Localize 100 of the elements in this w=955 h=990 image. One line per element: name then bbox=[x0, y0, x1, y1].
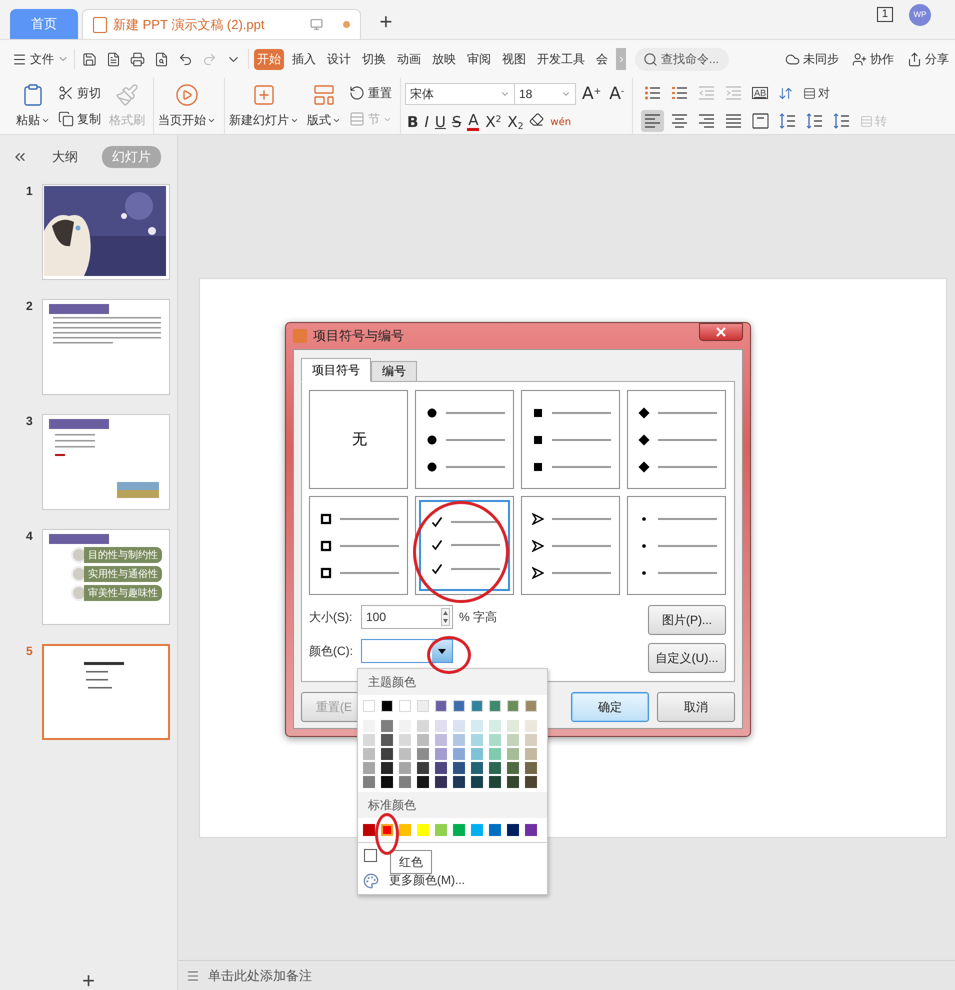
ribbon-button[interactable]: 新建幻灯片 bbox=[229, 80, 299, 132]
font-color-button[interactable]: A bbox=[465, 110, 482, 134]
color-swatch[interactable] bbox=[381, 748, 393, 760]
color-swatch[interactable] bbox=[363, 700, 375, 712]
color-swatch[interactable] bbox=[471, 776, 483, 788]
color-swatch[interactable] bbox=[507, 720, 519, 732]
sidebar-tab[interactable]: 大纲 bbox=[42, 146, 88, 168]
color-swatch[interactable] bbox=[507, 824, 519, 836]
ribbon-tab[interactable]: 设计 bbox=[324, 48, 354, 70]
dialog-button[interactable]: 图片(P)... bbox=[648, 605, 726, 635]
color-swatch[interactable] bbox=[417, 762, 429, 774]
color-swatch[interactable] bbox=[489, 734, 501, 746]
bold-button[interactable]: B bbox=[405, 110, 420, 134]
color-swatch[interactable] bbox=[507, 776, 519, 788]
slide-thumbnail[interactable] bbox=[42, 299, 170, 395]
collaborate-button[interactable]: 协作 bbox=[852, 50, 894, 68]
color-swatch[interactable] bbox=[399, 762, 411, 774]
color-swatch[interactable] bbox=[363, 734, 375, 746]
ribbon-tab[interactable]: 动画 bbox=[394, 48, 424, 70]
ribbon-button[interactable]: 复制 bbox=[58, 110, 101, 128]
color-swatch[interactable] bbox=[381, 734, 393, 746]
color-swatch[interactable] bbox=[417, 700, 429, 712]
color-swatch[interactable] bbox=[435, 748, 447, 760]
shrink-font-button[interactable]: A$^{-}$ bbox=[607, 82, 626, 106]
ribbon-tab[interactable]: 放映 bbox=[429, 48, 459, 70]
new-tab-button[interactable]: + bbox=[365, 9, 406, 39]
align-left-button[interactable] bbox=[641, 110, 664, 132]
color-swatch[interactable] bbox=[471, 748, 483, 760]
color-swatch[interactable] bbox=[435, 700, 447, 712]
scroll-right-button[interactable] bbox=[616, 48, 626, 70]
color-swatch[interactable] bbox=[507, 734, 519, 746]
color-swatch[interactable] bbox=[471, 824, 483, 836]
share-button[interactable]: 分享 bbox=[907, 50, 949, 68]
color-swatch[interactable] bbox=[363, 824, 375, 836]
color-swatch[interactable] bbox=[525, 734, 537, 746]
font-size-select[interactable]: 18 bbox=[514, 83, 576, 105]
color-swatch[interactable] bbox=[453, 720, 465, 732]
color-swatch[interactable] bbox=[399, 734, 411, 746]
font-name-select[interactable]: 宋体 bbox=[405, 83, 515, 105]
search-field[interactable]: 查找命令... bbox=[635, 48, 730, 70]
ok-button[interactable]: 确定 bbox=[571, 692, 649, 722]
color-swatch[interactable] bbox=[525, 748, 537, 760]
superscript-button[interactable]: X$^{2}$ bbox=[483, 110, 504, 134]
color-swatch[interactable] bbox=[435, 762, 447, 774]
color-swatch[interactable] bbox=[363, 776, 375, 788]
add-slide-button[interactable]: + bbox=[82, 972, 95, 990]
ribbon-tab[interactable]: 视图 bbox=[499, 48, 529, 70]
color-swatch[interactable] bbox=[399, 700, 411, 712]
print-icon[interactable] bbox=[128, 52, 147, 66]
color-swatch[interactable] bbox=[525, 700, 537, 712]
color-swatch[interactable] bbox=[471, 720, 483, 732]
color-swatch[interactable] bbox=[453, 748, 465, 760]
color-swatch[interactable] bbox=[435, 776, 447, 788]
color-swatch[interactable] bbox=[417, 824, 429, 836]
slide-thumbnail[interactable]: 目的性与制约性 实用性与通俗性 审美性与趣味性 bbox=[42, 529, 170, 625]
file-menu[interactable]: 文件 bbox=[12, 50, 69, 68]
color-swatch[interactable] bbox=[471, 700, 483, 712]
color-swatch[interactable] bbox=[453, 762, 465, 774]
strike-button[interactable]: S bbox=[450, 110, 464, 134]
color-swatch[interactable] bbox=[489, 762, 501, 774]
close-button[interactable] bbox=[699, 323, 743, 341]
cancel-button[interactable]: 取消 bbox=[657, 692, 735, 722]
subscript-button[interactable]: X$_{2}$ bbox=[505, 110, 526, 134]
dialog-tab[interactable]: 项目符号 bbox=[301, 358, 371, 382]
ribbon-button[interactable]: 粘贴 bbox=[16, 80, 50, 132]
color-swatch[interactable] bbox=[453, 700, 465, 712]
slide-thumbnail[interactable] bbox=[42, 414, 170, 510]
bullet-style-option[interactable] bbox=[309, 496, 408, 595]
ribbon-button[interactable]: 重置 bbox=[349, 84, 392, 102]
slide-thumbnail[interactable] bbox=[42, 644, 170, 740]
color-swatch[interactable] bbox=[399, 824, 411, 836]
phonetic-guide-button[interactable]: wén bbox=[548, 110, 574, 134]
notes-field[interactable]: 单击此处添加备注 bbox=[178, 960, 955, 990]
bullet-style-option[interactable] bbox=[415, 390, 514, 489]
color-swatch[interactable] bbox=[381, 824, 393, 836]
ribbon-tab[interactable]: 审阅 bbox=[464, 48, 494, 70]
color-swatch[interactable] bbox=[417, 748, 429, 760]
color-swatch[interactable] bbox=[435, 824, 447, 836]
color-swatch[interactable] bbox=[525, 776, 537, 788]
color-swatch[interactable] bbox=[399, 776, 411, 788]
ribbon-tab[interactable]: 开发工具 bbox=[534, 48, 588, 70]
color-select[interactable] bbox=[361, 639, 453, 663]
bullet-style-option[interactable] bbox=[521, 496, 620, 595]
ribbon-button[interactable]: 版式 bbox=[307, 80, 341, 132]
color-swatch[interactable] bbox=[525, 824, 537, 836]
sync-button[interactable]: 未同步 bbox=[785, 50, 839, 68]
ribbon-tab[interactable]: 会 bbox=[593, 48, 611, 70]
bullet-style-option[interactable] bbox=[627, 390, 726, 489]
bullet-style-option[interactable] bbox=[627, 496, 726, 595]
no-color-icon[interactable] bbox=[364, 849, 377, 862]
color-swatch[interactable] bbox=[417, 734, 429, 746]
bullet-style-option[interactable]: 无 bbox=[309, 390, 408, 489]
color-swatch[interactable] bbox=[453, 734, 465, 746]
align-text-button[interactable]: 对 bbox=[800, 82, 834, 104]
grow-font-button[interactable]: A$^{+}$ bbox=[580, 82, 604, 106]
bullet-style-option[interactable] bbox=[521, 390, 620, 489]
color-swatch[interactable] bbox=[471, 762, 483, 774]
color-swatch[interactable] bbox=[381, 700, 393, 712]
color-swatch[interactable] bbox=[381, 776, 393, 788]
color-swatch[interactable] bbox=[453, 824, 465, 836]
